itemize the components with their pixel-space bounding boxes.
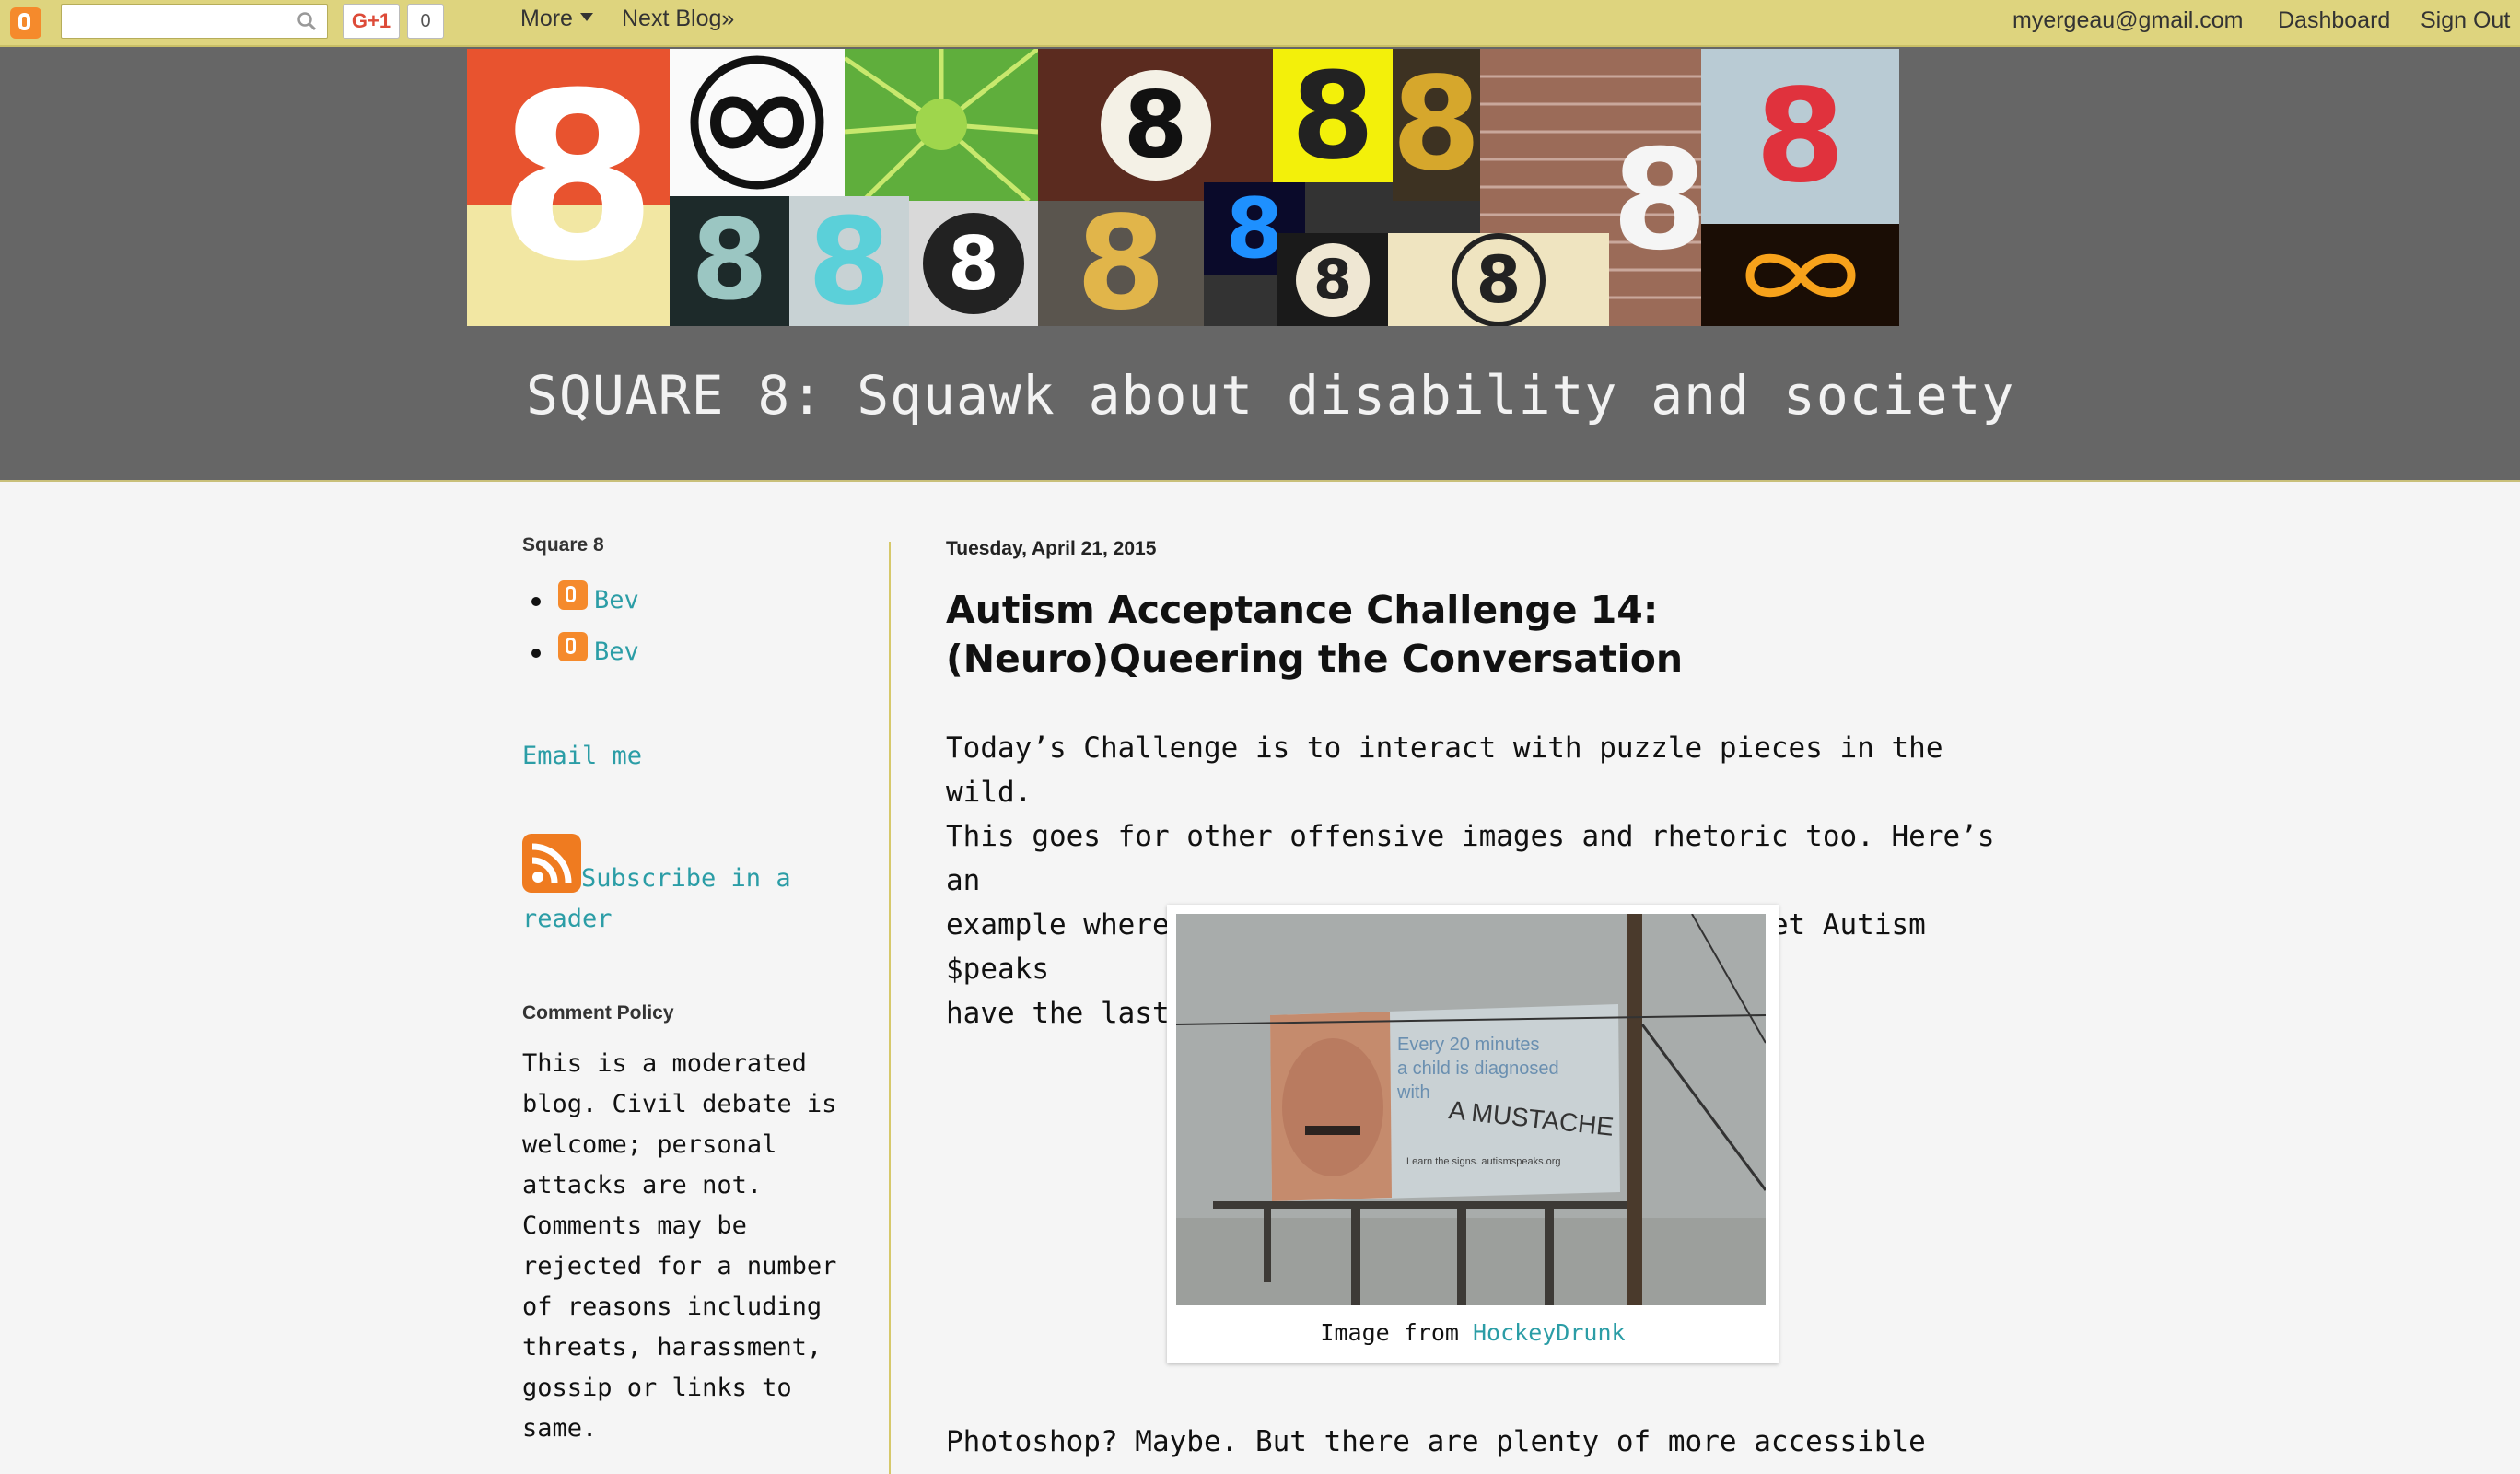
post-body-continued: Photoshop? Maybe. But there are plenty o…: [946, 1425, 1926, 1458]
blogger-logo-icon[interactable]: [10, 7, 41, 39]
account-email: myergeau@gmail.com: [2012, 7, 2244, 33]
comment-policy-text: This is a moderated blog. Civil debate i…: [522, 1049, 837, 1443]
billboard-line2: a child is diagnosed: [1397, 1059, 1559, 1079]
square8-heading: Square 8: [522, 534, 604, 556]
more-menu-button[interactable]: More: [520, 6, 593, 32]
profile-link-bev[interactable]: Bev: [594, 586, 639, 614]
sign-out-link[interactable]: Sign Out: [2421, 7, 2510, 34]
subscribe-reader-link-line2[interactable]: reader: [522, 905, 612, 933]
billboard-line3: with: [1396, 1082, 1430, 1103]
header-banner-image[interactable]: 8 8 8 8 8 8 8 8 8 8 8 8 8: [467, 49, 1899, 326]
comment-policy-heading: Comment Policy: [522, 1002, 674, 1024]
search-icon[interactable]: [296, 10, 318, 32]
post-date: Tuesday, April 21, 2015: [946, 538, 1157, 559]
rss-feed-icon[interactable]: [522, 834, 581, 893]
column-divider: [889, 542, 891, 1474]
plus-one-count: 0: [407, 4, 444, 39]
bullet-icon: [531, 597, 541, 606]
blogger-profile-icon: [558, 632, 588, 661]
google-plus-one-button[interactable]: G+1: [343, 4, 400, 39]
search-input[interactable]: [61, 4, 328, 39]
hockeydrunk-link[interactable]: HockeyDrunk: [1473, 1319, 1626, 1346]
caret-down-icon: [579, 12, 593, 21]
post-title[interactable]: Autism Acceptance Challenge 14: (Neuro)Q…: [946, 586, 2014, 684]
billboard-line1: Every 20 minutes: [1397, 1035, 1540, 1055]
dashboard-link[interactable]: Dashboard: [2278, 7, 2390, 34]
bullet-icon: [531, 649, 541, 658]
image-caption: Image from HockeyDrunk: [1167, 1319, 1779, 1346]
post-image-frame: Every 20 minutes a child is diagnosed wi…: [1167, 905, 1779, 1363]
blog-title[interactable]: SQUARE 8: Squawk about disability and so…: [526, 364, 2014, 427]
subscribe-reader-link[interactable]: Subscribe in a: [581, 864, 791, 893]
blogger-navbar: G+1 0 More Next Blog» myergeau@gmail.com…: [0, 0, 2520, 47]
profile-link-bev[interactable]: Bev: [594, 638, 639, 666]
sidebar: Square 8 Bev Bev Email me Subscribe in a…: [522, 534, 854, 1443]
billboard-footer: Learn the signs. autismspeaks.org: [1406, 1156, 1561, 1167]
next-blog-link[interactable]: Next Blog»: [622, 6, 734, 32]
email-me-link[interactable]: Email me: [522, 742, 642, 770]
more-label: More: [520, 6, 573, 31]
caption-prefix: Image from: [1320, 1319, 1473, 1346]
blogger-profile-icon: [558, 580, 588, 610]
billboard-photo[interactable]: Every 20 minutes a child is diagnosed wi…: [1176, 914, 1766, 1305]
